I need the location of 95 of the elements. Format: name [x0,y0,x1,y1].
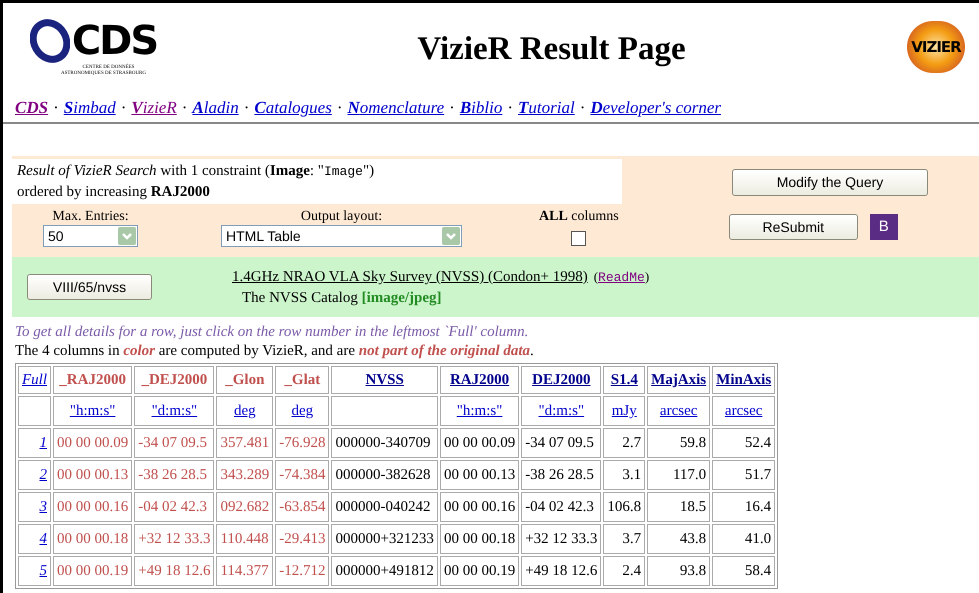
table-cell: 2.7 [622,434,642,451]
table-cell: +49 18 12.6 [138,562,210,579]
table-cell: -29.413 [279,530,326,547]
table-cell: -76.928 [279,434,326,451]
table-cell: 00 00 00.19 [57,562,128,579]
nav-link[interactable]: Biblio [460,95,502,121]
separator-dot: · [580,97,586,120]
info-text: The 4 columns in color are computed by VizieR, and are not part of the original data. [15,342,535,361]
table-cell: -34 07 09.5 [525,434,594,451]
table-cell: 3.7 [622,530,642,547]
table-cell: 000000-340709 [335,434,430,451]
table-cell: -38 26 28.5 [138,466,207,483]
readme-link[interactable]: ReadMe [598,268,645,288]
separator-dot: · [336,97,342,120]
table-cell: +32 12 33.3 [138,530,210,547]
table-cell: 52.4 [744,434,772,451]
separator-dot: · [182,97,188,120]
table-cell: 114.377 [220,562,269,579]
paren: ( [594,268,598,286]
field-label: Max. Entries: [52,209,129,225]
nav-link[interactable]: CDS [15,95,48,121]
row-link[interactable]: 5 [40,562,47,579]
row-link[interactable]: 2 [40,466,47,483]
nav-link[interactable]: Developer's corner [590,95,721,121]
table-cell: 59.8 [680,434,706,451]
catalog-button[interactable]: VIII/65/nvss [27,274,152,300]
table-cell: 18.5 [680,498,706,515]
table-cell: 00 00 00.18 [444,530,516,547]
query-order: ordered by increasing RAJ2000 [17,183,211,202]
nav-link[interactable]: Catalogues [254,95,332,121]
all-columns-checkbox[interactable] [571,231,586,246]
logo-text: CDS [72,21,158,61]
table-cell: 43.8 [680,530,706,547]
table-cell: 00 00 00.09 [444,434,516,451]
table-cell: 00 00 00.16 [444,498,516,515]
table-cell: 51.7 [744,466,772,483]
table-cell: 00 00 00.18 [57,530,128,547]
table-cell: 357.481 [220,434,270,451]
table-cell: 000000-382628 [335,466,430,483]
table-cell: 000000-040242 [335,498,430,515]
table-cell: 00 00 00.16 [57,498,128,515]
table-cell: -74.384 [279,466,326,483]
table-cell: 000000+491812 [335,562,434,579]
separator-dot: · [244,97,250,120]
row-link[interactable]: 3 [40,498,47,515]
separator-dot: · [53,97,59,120]
nav-link[interactable]: VizieR [131,95,177,121]
swirl-logo-icon [30,18,70,64]
table-cell: 93.8 [680,562,706,579]
table-cell: 092.682 [220,498,270,515]
table-cell: 117.0 [672,466,706,483]
b-button[interactable]: B [870,214,898,240]
table-cell: 00 00 00.09 [57,434,128,451]
vizier-logo: VIZIER [907,21,965,73]
table-cell: -38 26 28.5 [525,466,594,483]
row-link[interactable]: 4 [40,530,47,547]
hint-text: To get all details for a row, just click on the row number in the leftmost `Full' column. [15,323,530,342]
separator-dot: · [507,97,513,120]
separator-dot: · [449,97,455,120]
table-cell: 16.4 [744,498,772,515]
table-cell: -34 07 09.5 [138,434,207,451]
table-cell: -04 02 42.3 [525,498,594,515]
output-layout-select[interactable]: HTML Table [221,225,462,247]
table-cell: -63.854 [279,498,326,515]
table-cell: -12.712 [279,562,326,579]
table-cell: 106.8 [607,498,642,515]
query-summary: Result of VizieR Search with 1 constraint (Image: "Image") [17,162,376,181]
resubmit-button[interactable]: ReSubmit [728,214,858,240]
nav-link[interactable]: Aladin [192,95,239,121]
nav-link[interactable]: Tutorial [518,95,575,121]
table-cell: 41.0 [744,530,772,547]
modify-query-button[interactable]: Modify the Query [732,169,928,196]
table-cell: 58.4 [744,562,772,579]
catalog-title-link[interactable]: 1.4GHz NRAO VLA Sky Survey (NVSS) (Condon+ 1998) [232,267,588,287]
table-cell: 00 00 00.13 [444,466,516,483]
table-cell: 00 00 00.13 [57,466,128,483]
field-label: ALL columns [539,209,619,225]
table-cell: -04 02 42.3 [138,498,207,515]
table-cell: 343.289 [220,466,270,483]
page-title: VizieR Result Page [417,30,686,69]
table-cell: +32 12 33.3 [525,530,598,547]
field-label: Output layout: [300,209,382,225]
table-cell: 110.448 [220,530,269,547]
max-entries-select[interactable]: 50 [43,225,138,247]
table-cell: 2.4 [622,562,642,579]
nav-link[interactable]: Simbad [64,95,116,121]
paren: ) [644,268,650,286]
nav-link[interactable]: Nomenclature [348,95,444,121]
table-cell: 000000+321233 [335,530,434,547]
table-cell: 3.1 [622,466,642,483]
table-cell: 00 00 00.19 [444,562,516,579]
table-cell: +49 18 12.6 [525,562,598,579]
row-link[interactable]: 1 [40,434,47,451]
catalog-subtitle: The NVSS Catalog [image/jpeg] [242,289,443,308]
separator-dot: · [120,97,126,120]
